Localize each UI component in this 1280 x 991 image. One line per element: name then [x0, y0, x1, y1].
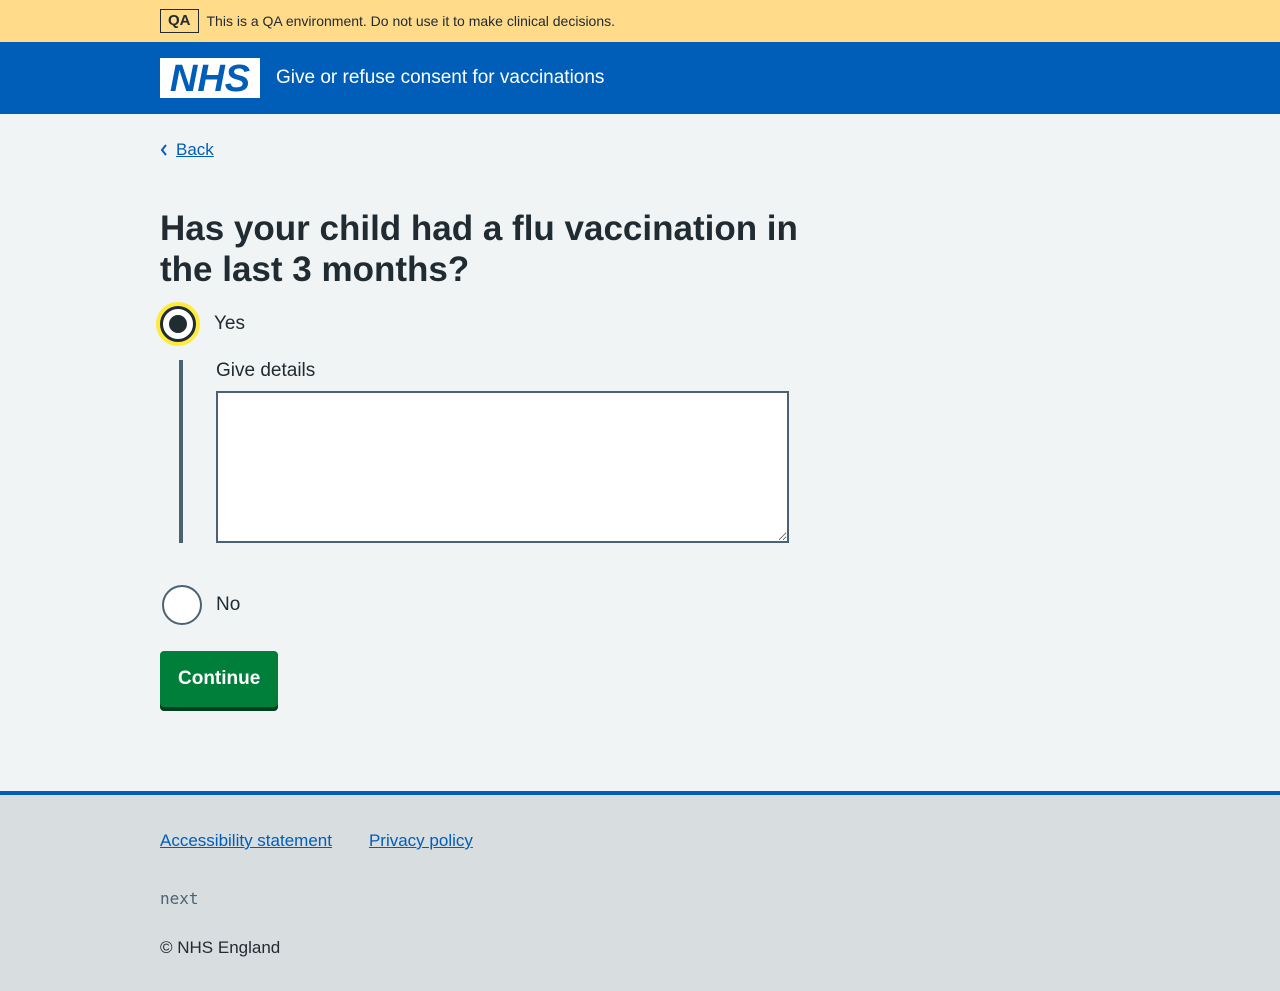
radio-button-yes[interactable]: [160, 306, 196, 342]
environment-label: next: [160, 889, 199, 908]
details-textarea[interactable]: [216, 391, 789, 543]
radio-button-no[interactable]: [162, 585, 202, 625]
site-header: NHS Give or refuse consent for vaccinati…: [0, 42, 1280, 114]
qa-banner: QA This is a QA environment. Do not use …: [0, 0, 1280, 42]
chevron-left-icon: [160, 144, 167, 156]
radio-option-no[interactable]: No: [162, 585, 240, 625]
nhs-logo-icon: NHS: [170, 60, 250, 96]
service-title[interactable]: Give or refuse consent for vaccinations: [276, 67, 604, 89]
page-heading: Has your child had a flu vaccination in …: [160, 209, 798, 289]
accessibility-statement-link[interactable]: Accessibility statement: [160, 831, 332, 851]
copyright: © NHS England: [160, 938, 281, 957]
nhs-logo[interactable]: NHS: [160, 58, 260, 98]
svg-text:NHS: NHS: [170, 60, 250, 96]
radio-option-yes[interactable]: Yes: [160, 306, 245, 342]
continue-button[interactable]: Continue: [160, 651, 279, 707]
qa-tag: QA: [160, 9, 199, 33]
footer-links: Accessibility statement Privacy policy: [160, 831, 510, 851]
qa-message: This is a QA environment. Do not use it …: [206, 13, 616, 29]
radio-label-yes[interactable]: Yes: [214, 313, 245, 335]
conditional-reveal-bar: [179, 360, 183, 543]
back-link[interactable]: Back: [160, 140, 214, 160]
details-label: Give details: [216, 360, 316, 381]
site-footer: Accessibility statement Privacy policy n…: [0, 791, 1280, 991]
privacy-policy-link[interactable]: Privacy policy: [369, 831, 473, 851]
radio-label-no[interactable]: No: [216, 594, 240, 616]
main-content: Back Has your child had a flu vaccinatio…: [0, 114, 1280, 791]
back-label: Back: [176, 140, 214, 159]
